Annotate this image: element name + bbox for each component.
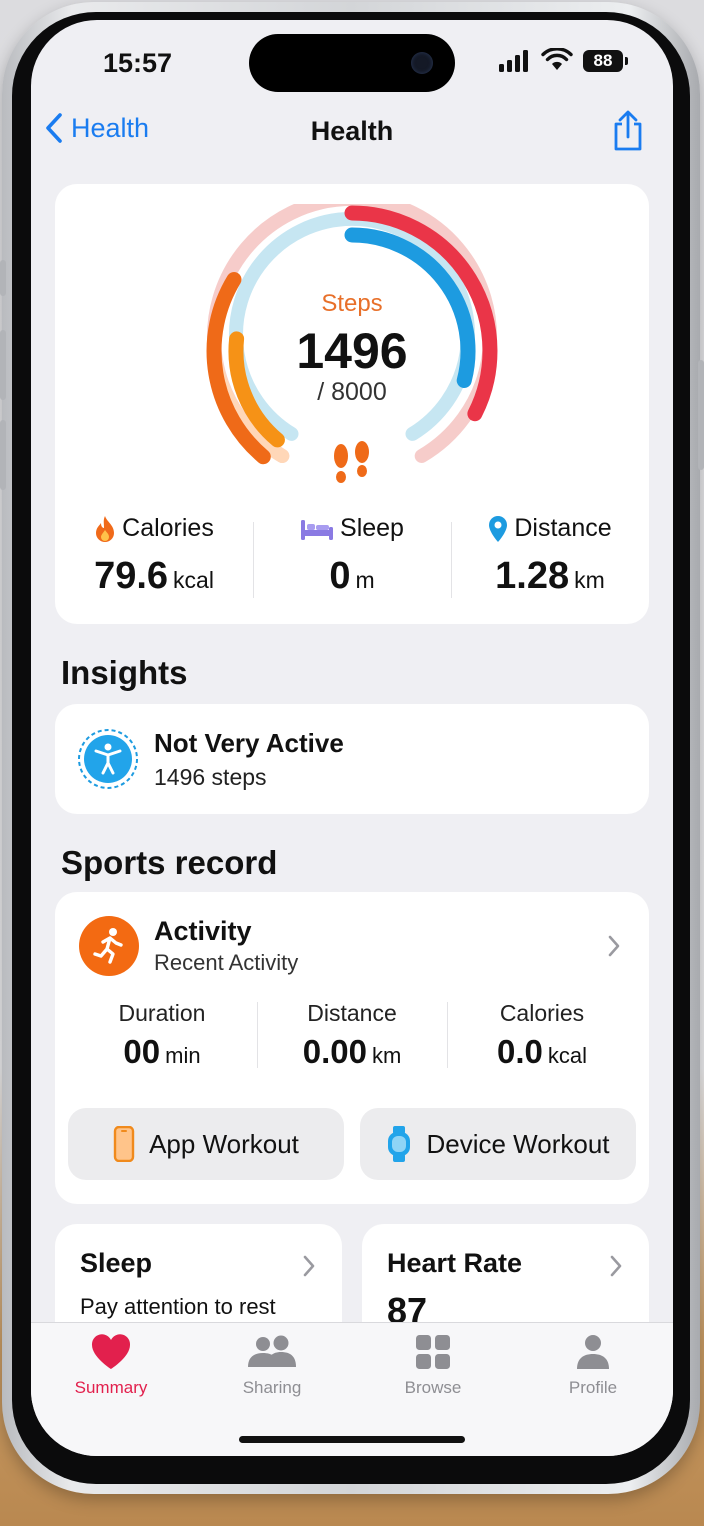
volume-down-button xyxy=(0,420,6,490)
activity-figure-icon xyxy=(78,729,138,789)
distance-value: 1.28 xyxy=(495,555,570,597)
share-icon[interactable] xyxy=(611,110,645,152)
insight-card[interactable]: Not Very Active 1496 steps xyxy=(55,704,649,814)
tab-browse-label: Browse xyxy=(404,1378,462,1397)
volume-up-button xyxy=(0,330,6,400)
action-button xyxy=(0,260,6,296)
cellular-signal-icon xyxy=(499,50,528,72)
tab-summary[interactable]: Summary xyxy=(51,1333,171,1398)
steps-label: Steps xyxy=(321,290,383,317)
sleep-unit: m xyxy=(355,567,375,593)
smartwatch-icon xyxy=(388,1126,411,1162)
battery-indicator: 88 xyxy=(583,50,628,72)
app-workout-label: App Workout xyxy=(149,1128,299,1159)
calories-value: 79.6 xyxy=(94,555,169,597)
heart-rate-title: Heart Rate xyxy=(387,1248,523,1278)
distance-label: Distance xyxy=(514,514,612,542)
power-button xyxy=(698,360,704,470)
calories-metric: Calories 79.6 kcal xyxy=(55,514,253,604)
insights-heading: Insights xyxy=(61,654,188,691)
tab-sharing-label: Sharing xyxy=(242,1378,302,1397)
home-indicator xyxy=(239,1436,465,1443)
tab-summary-label: Summary xyxy=(74,1378,148,1397)
screen: 15:57 88 Health Health Steps 1496 / 8000… xyxy=(31,20,673,1456)
wifi-icon xyxy=(541,48,573,70)
sleep-metric: Sleep 0m xyxy=(253,514,451,604)
people-icon xyxy=(248,1335,296,1367)
chevron-right-icon xyxy=(610,1255,622,1277)
duration-unit: min xyxy=(165,1043,201,1068)
footprints-icon xyxy=(334,441,369,483)
duration-label: Duration xyxy=(118,1000,206,1026)
sports-record-heading: Sports record xyxy=(61,844,278,881)
activity-title: Activity xyxy=(154,916,252,946)
insight-title: Not Very Active xyxy=(154,728,344,758)
nav-bar: Health Health xyxy=(31,110,673,154)
calories-label: Calories xyxy=(122,514,214,542)
activity-subtitle: Recent Activity xyxy=(154,950,299,975)
tab-profile[interactable]: Profile xyxy=(533,1333,653,1398)
status-time: 15:57 xyxy=(103,48,173,78)
grid-icon xyxy=(416,1335,450,1369)
sleep-label: Sleep xyxy=(340,514,404,542)
activity-metrics: Duration 00 min Distance 0.00 km Calories … xyxy=(67,1000,637,1070)
activity-distance-value: 0.00 xyxy=(302,1033,367,1070)
activity-calories-metric: Calories 0.0 kcal xyxy=(447,1000,637,1070)
activity-calories-value: 0.0 xyxy=(497,1033,543,1070)
distance-metric: Distance 1.28 km xyxy=(451,514,649,604)
activity-distance-unit: km xyxy=(371,1043,402,1068)
flame-icon xyxy=(96,515,115,542)
chevron-right-icon xyxy=(303,1255,315,1277)
device-workout-button[interactable]: Device Workout xyxy=(360,1108,636,1180)
tab-profile-label: Profile xyxy=(568,1378,618,1397)
summary-metrics: Calories 79.6 kcal Sleep 0m Distance 1.2… xyxy=(55,514,649,604)
location-pin-icon xyxy=(489,515,508,542)
sports-record-card: Activity Recent Activity Duration 00 min … xyxy=(55,892,649,1204)
duration-value: 00 xyxy=(123,1033,161,1070)
activity-distance-label: Distance xyxy=(307,1000,397,1026)
sleep-value: 0 xyxy=(329,555,351,597)
tab-browse[interactable]: Browse xyxy=(373,1333,493,1398)
calories-unit: kcal xyxy=(173,567,214,593)
duration-metric: Duration 00 min xyxy=(67,1000,257,1070)
front-camera xyxy=(411,52,433,74)
device-workout-label: Device Workout xyxy=(426,1128,610,1159)
sleep-card-title: Sleep xyxy=(80,1248,153,1278)
activity-calories-label: Calories xyxy=(499,1000,585,1026)
steps-goal: / 8000 xyxy=(317,378,387,406)
activity-calories-unit: kcal xyxy=(547,1043,587,1068)
app-workout-button[interactable]: App Workout xyxy=(68,1108,344,1180)
bed-icon xyxy=(301,519,334,540)
chevron-right-icon[interactable] xyxy=(607,934,621,958)
heart-icon xyxy=(91,1334,131,1369)
person-icon xyxy=(577,1335,609,1369)
activity-distance-metric: Distance 0.00 km xyxy=(257,1000,447,1070)
page-title: Health xyxy=(310,116,394,146)
steps-value: 1496 xyxy=(296,323,408,379)
running-icon xyxy=(79,916,139,976)
dynamic-island xyxy=(249,34,455,92)
insight-subtitle: 1496 steps xyxy=(154,764,267,790)
tab-sharing[interactable]: Sharing xyxy=(212,1333,332,1398)
sleep-card-subtitle: Pay attention to rest xyxy=(80,1294,276,1319)
phone-icon xyxy=(113,1126,135,1162)
status-bar: 15:57 88 xyxy=(31,20,673,100)
activity-summary-card[interactable]: Steps 1496 / 8000 Calories 79.6 kcal Sle… xyxy=(55,184,649,624)
distance-unit: km xyxy=(574,567,605,593)
